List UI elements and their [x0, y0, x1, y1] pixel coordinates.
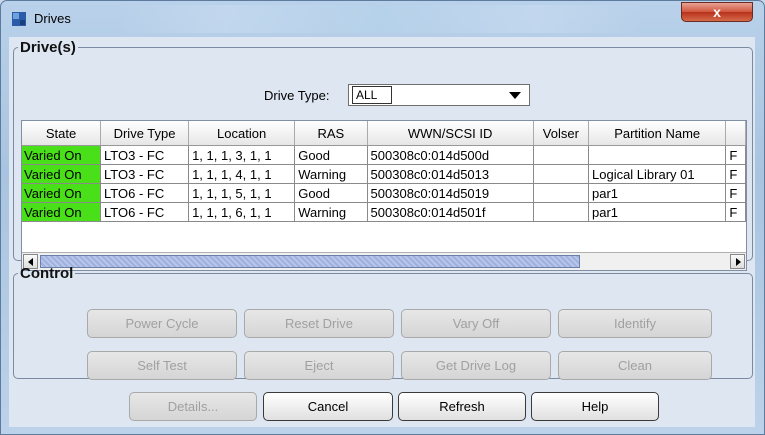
- cell-partition: par1: [588, 183, 727, 203]
- cell-drive-type: LTO6 - FC: [100, 202, 190, 222]
- window-title: Drives: [34, 11, 71, 26]
- clean-button[interactable]: Clean: [558, 351, 712, 380]
- cell-location: 1, 1, 1, 5, 1, 1: [188, 183, 296, 203]
- cell-wwn: 500308c0:014d500d: [367, 145, 534, 165]
- cell-ras: Warning: [294, 202, 368, 222]
- control-group: Control Power Cycle Reset Drive Vary Off…: [13, 265, 753, 380]
- details-button[interactable]: Details...: [129, 392, 257, 421]
- cell-wwn: 500308c0:014d501f: [367, 202, 534, 222]
- cell-state: Varied On: [22, 145, 102, 165]
- get-drive-log-button[interactable]: Get Drive Log: [401, 351, 551, 380]
- cell-location: 1, 1, 1, 3, 1, 1: [188, 145, 296, 165]
- cell-ras: Good: [294, 183, 368, 203]
- cell-volser: [533, 202, 590, 222]
- cell-state: Varied On: [22, 202, 102, 222]
- cell-location: 1, 1, 1, 6, 1, 1: [188, 202, 296, 222]
- refresh-button[interactable]: Refresh: [398, 392, 526, 421]
- cell-drive-type: LTO3 - FC: [100, 145, 190, 165]
- identify-button[interactable]: Identify: [558, 309, 712, 338]
- drives-group-legend: Drive(s): [20, 39, 76, 56]
- cell-volser: [533, 164, 590, 184]
- cell-location: 1, 1, 1, 4, 1, 1: [188, 164, 296, 184]
- column-header-wwn-scsi-id[interactable]: WWN/SCSI ID: [367, 121, 534, 146]
- cell-extra: F: [725, 145, 746, 165]
- column-header-partition-name[interactable]: Partition Name: [588, 121, 727, 146]
- help-button[interactable]: Help: [531, 392, 659, 421]
- cell-state: Varied On: [22, 183, 102, 203]
- cell-volser: [533, 183, 590, 203]
- cell-extra: F: [725, 164, 746, 184]
- drive-type-value: ALL: [352, 86, 392, 104]
- column-header-drive-type[interactable]: Drive Type: [100, 121, 190, 146]
- cell-wwn: 500308c0:014d5019: [367, 183, 534, 203]
- drive-type-row: Drive Type: ALL: [14, 84, 752, 108]
- table-header-row: State Drive Type Location RAS WWN/SCSI I…: [22, 121, 746, 146]
- cell-wwn: 500308c0:014d5013: [367, 164, 534, 184]
- table-row[interactable]: Varied On LTO3 - FC 1, 1, 1, 3, 1, 1 Goo…: [22, 145, 746, 165]
- drives-group: Drive(s) Drive Type: ALL State Drive Typ…: [13, 39, 753, 271]
- cell-drive-type: LTO3 - FC: [100, 164, 190, 184]
- cell-drive-type: LTO6 - FC: [100, 183, 190, 203]
- control-group-legend: Control: [20, 265, 74, 282]
- table-row[interactable]: Varied On LTO6 - FC 1, 1, 1, 6, 1, 1 War…: [22, 202, 746, 222]
- table-row[interactable]: Varied On LTO6 - FC 1, 1, 1, 5, 1, 1 Goo…: [22, 183, 746, 203]
- column-header-state[interactable]: State: [22, 121, 102, 146]
- cell-partition: [588, 145, 727, 165]
- cell-partition: par1: [588, 202, 727, 222]
- cancel-button[interactable]: Cancel: [263, 392, 393, 421]
- drives-window: Drives x Drive(s) Drive Type: ALL State …: [0, 0, 765, 435]
- cell-extra: F: [725, 183, 746, 203]
- drive-type-select[interactable]: ALL: [348, 84, 530, 106]
- cell-extra: F: [725, 202, 746, 222]
- client-area: Drive(s) Drive Type: ALL State Drive Typ…: [9, 37, 755, 427]
- cell-ras: Good: [294, 145, 368, 165]
- power-cycle-button[interactable]: Power Cycle: [87, 309, 237, 338]
- table-row[interactable]: Varied On LTO3 - FC 1, 1, 1, 4, 1, 1 War…: [22, 164, 746, 184]
- column-header-location[interactable]: Location: [188, 121, 296, 146]
- chevron-down-icon: [509, 92, 521, 99]
- close-button[interactable]: x: [681, 2, 753, 22]
- column-header-ras[interactable]: RAS: [294, 121, 368, 146]
- title-bar-glass: [121, 5, 641, 33]
- column-header-extra[interactable]: [725, 121, 746, 146]
- self-test-button[interactable]: Self Test: [87, 351, 237, 380]
- title-bar[interactable]: Drives x: [1, 1, 764, 37]
- cell-volser: [533, 145, 590, 165]
- vary-off-button[interactable]: Vary Off: [401, 309, 551, 338]
- drives-app-icon: [12, 12, 26, 26]
- cell-ras: Warning: [294, 164, 368, 184]
- drives-table: State Drive Type Location RAS WWN/SCSI I…: [21, 120, 747, 271]
- reset-drive-button[interactable]: Reset Drive: [244, 309, 394, 338]
- cell-partition: Logical Library 01: [588, 164, 727, 184]
- eject-button[interactable]: Eject: [244, 351, 394, 380]
- column-header-volser[interactable]: Volser: [533, 121, 590, 146]
- cell-state: Varied On: [22, 164, 102, 184]
- drive-type-label: Drive Type:: [264, 88, 330, 103]
